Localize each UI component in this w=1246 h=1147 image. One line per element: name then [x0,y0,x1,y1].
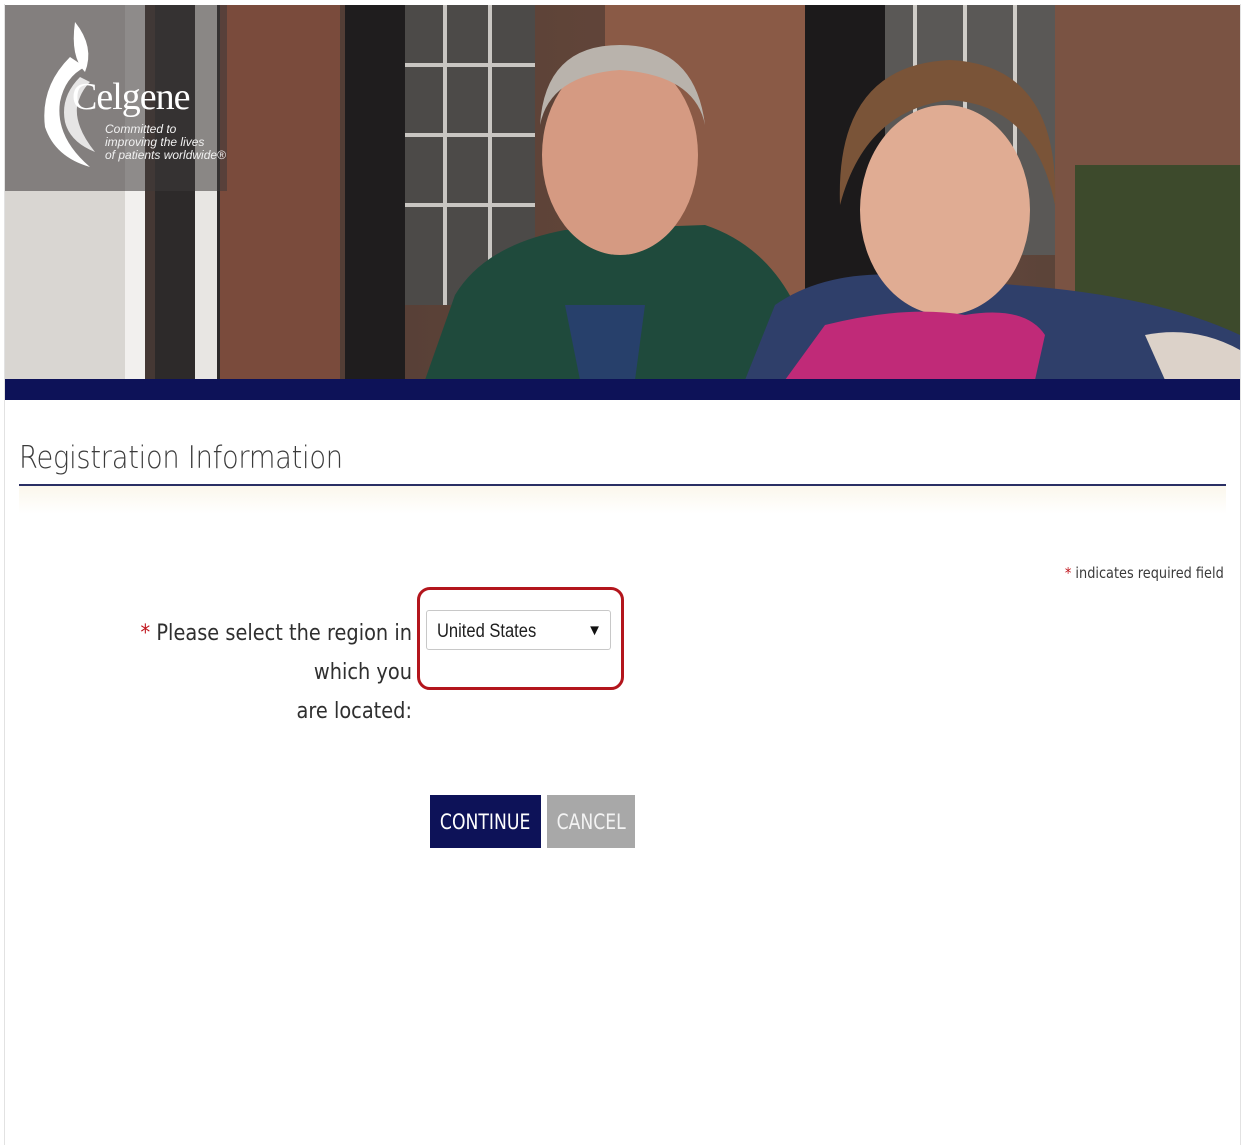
cancel-button[interactable]: CANCEL [547,795,635,848]
brand-logo[interactable]: Celgene Committed to improving the lives… [5,5,227,191]
region-label: * Please select the region in which you … [140,621,412,724]
required-field-note: * indicates required field [1065,564,1224,582]
chevron-down-icon: ▼ [587,622,602,639]
region-select-value: United States [437,621,537,642]
hero-underline-bar [5,379,1240,400]
required-note-text: indicates required field [1075,564,1224,582]
required-star: * [1065,564,1072,582]
brand-tagline: Committed to improving the lives of pati… [105,122,226,162]
title-shadow [19,486,1226,514]
brand-name: Celgene [72,76,191,118]
hero-banner: Celgene Committed to improving the lives… [5,5,1240,380]
region-select[interactable]: United States ▼ [426,610,611,650]
required-star: * [140,621,151,646]
page-title: Registration Information [19,440,343,476]
continue-button[interactable]: CONTINUE [430,795,541,848]
